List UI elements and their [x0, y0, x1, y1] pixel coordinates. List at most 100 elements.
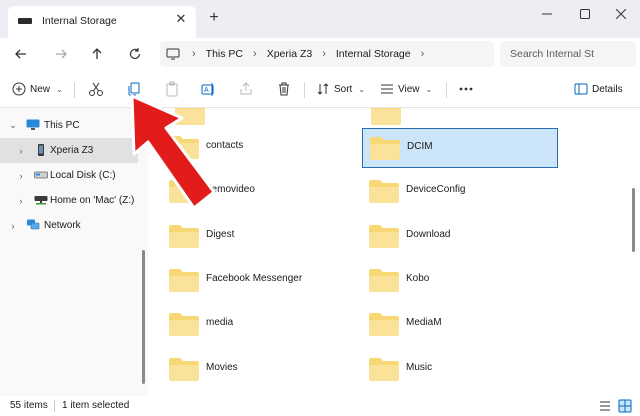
divider	[54, 400, 55, 412]
chevron-right-icon[interactable]: ›	[16, 196, 26, 206]
plus-circle-icon	[12, 82, 26, 96]
details-pane-button[interactable]: Details	[574, 77, 623, 101]
back-button[interactable]	[8, 42, 34, 66]
rename-button[interactable]: A	[200, 77, 216, 101]
folder-icon	[169, 180, 199, 203]
sidebar-item-xperia-z3[interactable]: › Xperia Z3	[0, 138, 138, 163]
selection-count: 1 item selected	[62, 400, 130, 411]
folder-icon	[369, 313, 399, 336]
folder-item-media[interactable]: media	[162, 305, 358, 345]
sort-icon	[317, 83, 329, 95]
breadcrumb-this-pc[interactable]: This PC	[206, 48, 243, 60]
details-view-icon[interactable]	[598, 399, 612, 413]
close-window-button[interactable]	[598, 0, 640, 28]
copy-icon	[128, 82, 140, 96]
folder-item-dcim[interactable]: DCIM	[362, 128, 558, 168]
folder-item-digest[interactable]: Digest	[162, 217, 358, 257]
folder-icon	[369, 225, 399, 248]
sidebar-item-label: Home on 'Mac' (Z:)	[50, 195, 135, 206]
folder-item-movies[interactable]: Movies	[162, 350, 358, 390]
folder-icon	[169, 269, 199, 292]
up-button[interactable]	[84, 42, 110, 66]
tab-internal-storage[interactable]: Internal Storage ✕	[8, 6, 196, 38]
status-bar: 55 items 1 item selected	[0, 396, 640, 416]
chevron-right-icon[interactable]: ›	[16, 171, 26, 181]
folder-name: Movies	[206, 362, 238, 373]
search-input[interactable]	[510, 48, 636, 60]
monitor-icon	[166, 48, 180, 60]
sidebar-scrollbar[interactable]	[142, 250, 145, 384]
folder-name: Facebook Messenger	[206, 273, 303, 284]
network-icon	[27, 219, 40, 230]
new-button[interactable]: New ⌄	[12, 77, 63, 101]
item-count: 55 items	[10, 400, 48, 411]
details-pane-icon	[574, 83, 588, 95]
sidebar-item-label: Local Disk (C:)	[50, 170, 116, 181]
command-bar: New ⌄ A Sort ⌄ View ⌄ Details	[0, 70, 640, 108]
folder-name: DCIM	[407, 141, 433, 152]
folder-item-music[interactable]: Music	[362, 350, 558, 390]
phone-icon	[38, 144, 44, 156]
delete-button[interactable]	[276, 77, 292, 101]
chevron-right-icon[interactable]: ›	[8, 221, 18, 231]
folder-item-contacts[interactable]: contacts	[162, 128, 358, 168]
trash-icon	[279, 82, 289, 96]
divider	[446, 82, 447, 98]
chevron-down-icon[interactable]: ⌄	[8, 120, 18, 131]
refresh-icon	[129, 48, 141, 60]
refresh-button[interactable]	[122, 42, 148, 66]
chevron-down-icon: ⌄	[425, 84, 433, 94]
svg-text:A: A	[204, 87, 209, 94]
folder-icon	[169, 136, 199, 159]
folder-name: media	[206, 317, 234, 328]
copy-button[interactable]	[126, 77, 142, 101]
sort-button[interactable]: Sort ⌄	[316, 77, 365, 101]
folder-icon	[369, 180, 399, 203]
divider	[74, 82, 75, 98]
folder-item-demovideo[interactable]: demovideo	[162, 172, 358, 212]
chevron-right-icon: ›	[420, 48, 425, 60]
forward-button[interactable]	[48, 42, 74, 66]
view-button[interactable]: View ⌄	[380, 77, 432, 101]
scissors-icon	[89, 82, 103, 96]
cut-button[interactable]	[88, 77, 104, 101]
paste-button[interactable]	[164, 77, 180, 101]
drive-icon	[18, 18, 32, 24]
view-label: View	[398, 83, 420, 95]
sidebar-item-network[interactable]: › Network	[0, 213, 138, 238]
breadcrumb-internal-storage[interactable]: Internal Storage	[336, 48, 411, 60]
sidebar-item-home-on-mac[interactable]: › Home on 'Mac' (Z:)	[0, 188, 138, 213]
folder-icon	[169, 313, 199, 336]
breadcrumb-xperia-z3[interactable]: Xperia Z3	[267, 48, 313, 60]
folder-item-kobo[interactable]: Kobo	[362, 261, 558, 301]
new-tab-button[interactable]: +	[206, 10, 222, 26]
folder-name: Download	[406, 229, 451, 240]
chevron-right-icon[interactable]: ›	[16, 146, 26, 156]
folder-icon	[370, 137, 400, 160]
sort-label: Sort	[334, 83, 353, 95]
rename-icon: A	[201, 83, 214, 96]
arrow-right-icon	[56, 49, 67, 59]
close-tab-button[interactable]: ✕	[174, 12, 188, 26]
folder-item-deviceconfig[interactable]: DeviceConfig	[362, 172, 558, 212]
folder-item-facebook-messenger[interactable]: Facebook Messenger	[162, 261, 358, 301]
folder-icon	[175, 108, 205, 125]
sidebar-item-local-disk[interactable]: › Local Disk (C:)	[0, 163, 138, 188]
folder-item-mediam[interactable]: MediaM	[362, 305, 558, 345]
folder-name: contacts	[206, 140, 244, 151]
tiles-view-icon[interactable]	[618, 399, 632, 413]
chevron-right-icon: ›	[322, 48, 326, 60]
folder-name: DeviceConfig	[406, 184, 466, 195]
folder-item-download[interactable]: Download	[362, 217, 558, 257]
sidebar-item-this-pc[interactable]: ⌄ This PC	[0, 113, 138, 138]
address-bar[interactable]: › This PC › Xperia Z3 › Internal Storage…	[160, 41, 494, 67]
details-label: Details	[592, 83, 623, 95]
title-bar: Internal Storage ✕ +	[0, 0, 640, 38]
share-button[interactable]	[238, 77, 254, 101]
folder-icon	[169, 225, 199, 248]
search-box[interactable]	[500, 41, 636, 67]
content-scrollbar[interactable]	[632, 188, 635, 252]
folder-name: Kobo	[406, 273, 430, 284]
network-drive-icon	[34, 196, 48, 205]
more-options-button[interactable]	[458, 77, 474, 101]
